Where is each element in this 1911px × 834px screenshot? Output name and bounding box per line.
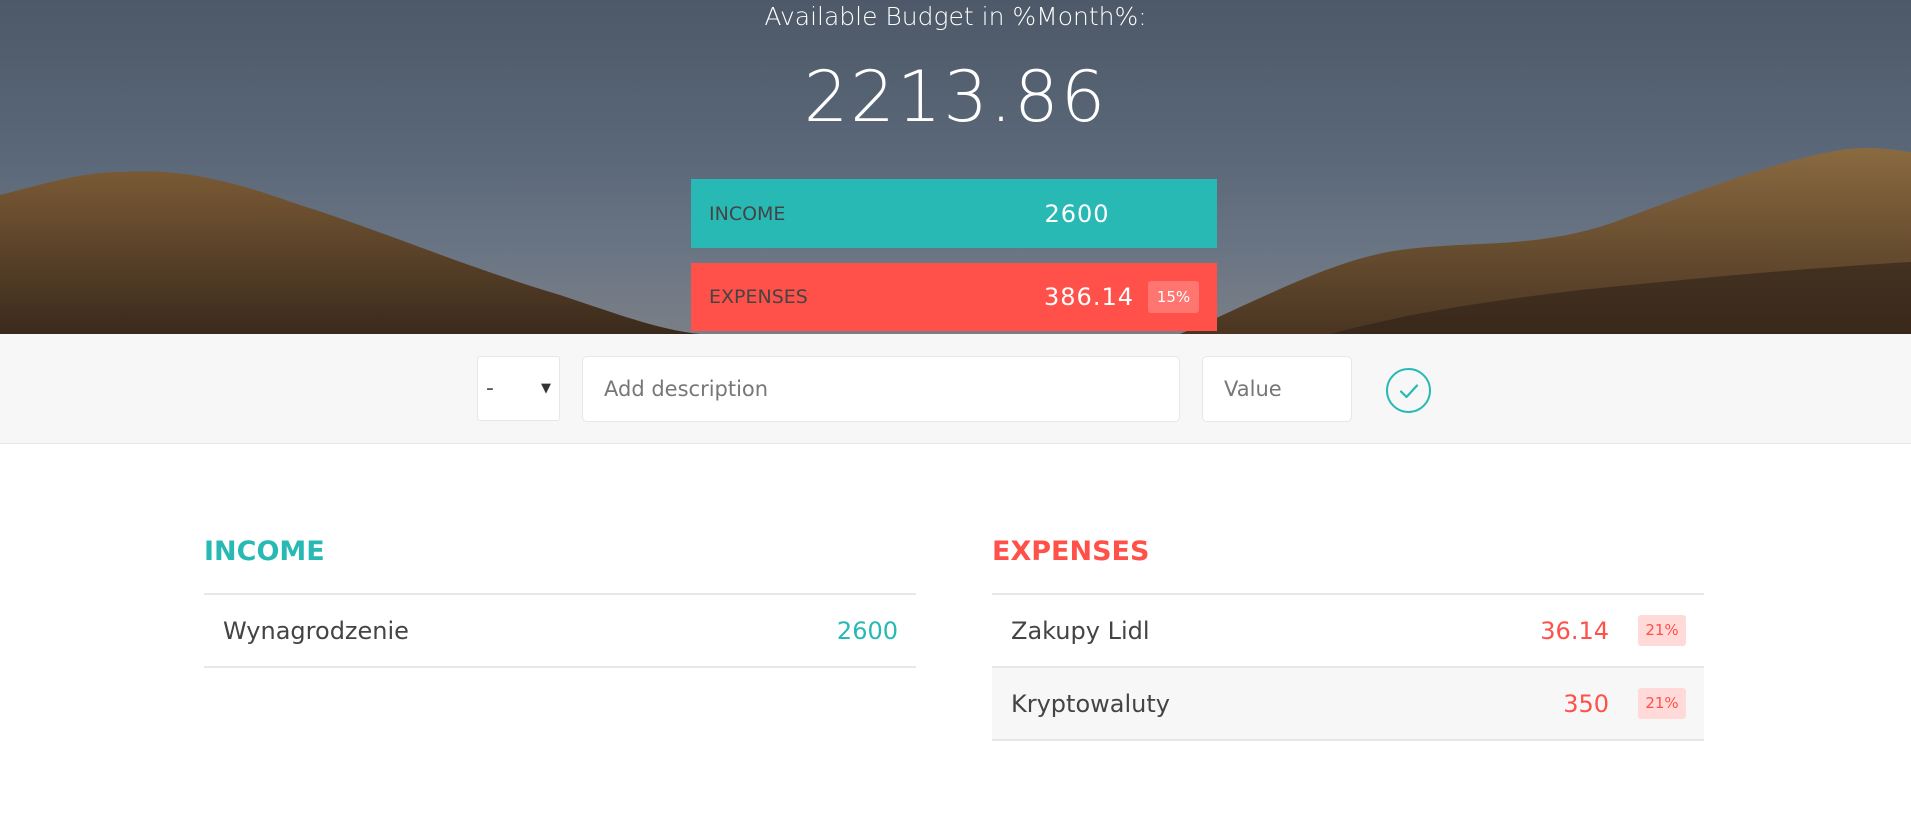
expenses-items: Zakupy Lidl 36.14 21% Kryptowaluty 350 2… <box>992 593 1704 741</box>
income-list-title: Income <box>204 536 325 567</box>
expense-item[interactable]: Zakupy Lidl 36.14 21% <box>992 595 1704 668</box>
income-items: Wynagrodzenie 2600 <box>204 593 916 668</box>
expenses-summary-value: 386.14 <box>1044 283 1134 311</box>
add-button[interactable] <box>1386 368 1431 413</box>
value-input[interactable] <box>1202 356 1352 422</box>
item-description: Wynagrodzenie <box>223 616 409 645</box>
expenses-summary: Expenses 386.14 15% <box>691 263 1217 331</box>
type-select-value: - <box>486 376 494 401</box>
expenses-percentage-badge: 15% <box>1148 281 1199 313</box>
item-value: 2600 <box>836 616 898 645</box>
type-select[interactable]: - ▼ <box>477 356 560 421</box>
add-item-bar: - ▼ <box>0 334 1911 444</box>
income-list: Income Wynagrodzenie 2600 <box>204 536 916 668</box>
income-summary-value: 2600 <box>1044 199 1110 228</box>
item-description: Zakupy Lidl <box>1011 616 1150 645</box>
header-section: Available Budget in %Month%: 2213.86 Inc… <box>0 0 1911 334</box>
caret-down-icon: ▼ <box>541 381 551 396</box>
expense-item[interactable]: Kryptowaluty 350 21% <box>992 668 1704 741</box>
income-summary: Income 2600 <box>691 179 1217 248</box>
item-percentage-badge: 21% <box>1638 688 1686 719</box>
expenses-summary-label: Expenses <box>709 286 808 308</box>
item-percentage-badge: 21% <box>1638 615 1686 646</box>
income-summary-label: Income <box>709 202 786 225</box>
expenses-list: Expenses Zakupy Lidl 36.14 21% Kryptowal… <box>992 536 1704 741</box>
item-value: 36.14 <box>1540 616 1609 645</box>
expenses-list-title: Expenses <box>992 536 1150 567</box>
budget-title: Available Budget in %Month%: <box>764 2 1147 31</box>
income-item[interactable]: Wynagrodzenie 2600 <box>204 595 916 668</box>
checkmark-icon <box>1399 383 1418 398</box>
item-description: Kryptowaluty <box>1011 689 1170 718</box>
item-value: 350 <box>1563 689 1609 718</box>
budget-value: 2213.86 <box>803 56 1108 138</box>
description-input[interactable] <box>582 356 1180 422</box>
